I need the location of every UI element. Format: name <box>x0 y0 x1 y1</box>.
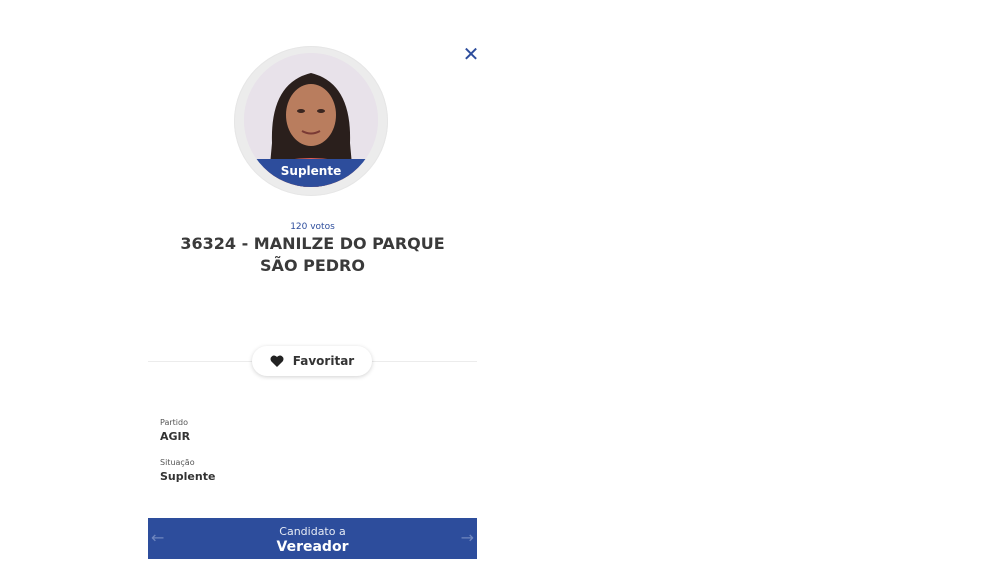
favorite-button[interactable]: Favoritar <box>252 346 372 376</box>
office-subtitle: Candidato a <box>279 525 346 538</box>
arrow-right-icon[interactable]: → <box>461 530 474 546</box>
candidate-name: 36324 - MANILZE DO PARQUE SÃO PEDRO <box>180 234 445 275</box>
status-badge: Suplente <box>244 159 378 187</box>
office-footer: ← Candidato a Vereador → <box>148 518 477 559</box>
vote-count: 120 votos <box>290 222 335 232</box>
heart-icon <box>270 355 284 367</box>
status-value: Suplente <box>160 470 216 483</box>
party-label: Partido <box>160 418 188 427</box>
close-icon[interactable]: ✕ <box>461 44 481 64</box>
candidate-panel: ✕ Suplente 120 votos 36324 - MANILZE DO … <box>148 0 479 576</box>
avatar: Suplente <box>244 53 378 187</box>
status-label: Situação <box>160 458 195 467</box>
office-title: Vereador <box>276 539 349 555</box>
avatar-ring: Suplente <box>234 46 388 196</box>
favorite-label: Favoritar <box>292 354 355 368</box>
party-value: AGIR <box>160 430 191 443</box>
